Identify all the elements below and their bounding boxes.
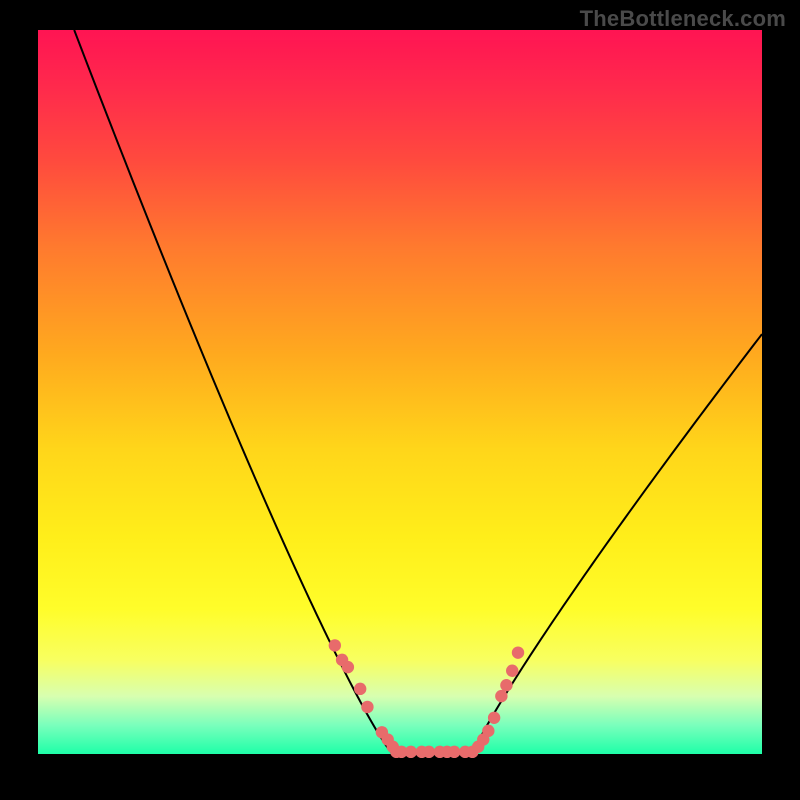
data-point [500,679,512,691]
data-point [448,746,460,758]
data-point [342,661,354,673]
data-point [329,639,341,651]
data-point [354,683,366,695]
data-point [405,746,417,758]
data-point [488,712,500,724]
data-point [482,725,494,737]
data-point [423,746,435,758]
data-point [361,701,373,713]
data-point [512,646,524,658]
bottleneck-curve-chart [0,0,800,800]
data-point [495,690,507,702]
data-point [506,665,518,677]
